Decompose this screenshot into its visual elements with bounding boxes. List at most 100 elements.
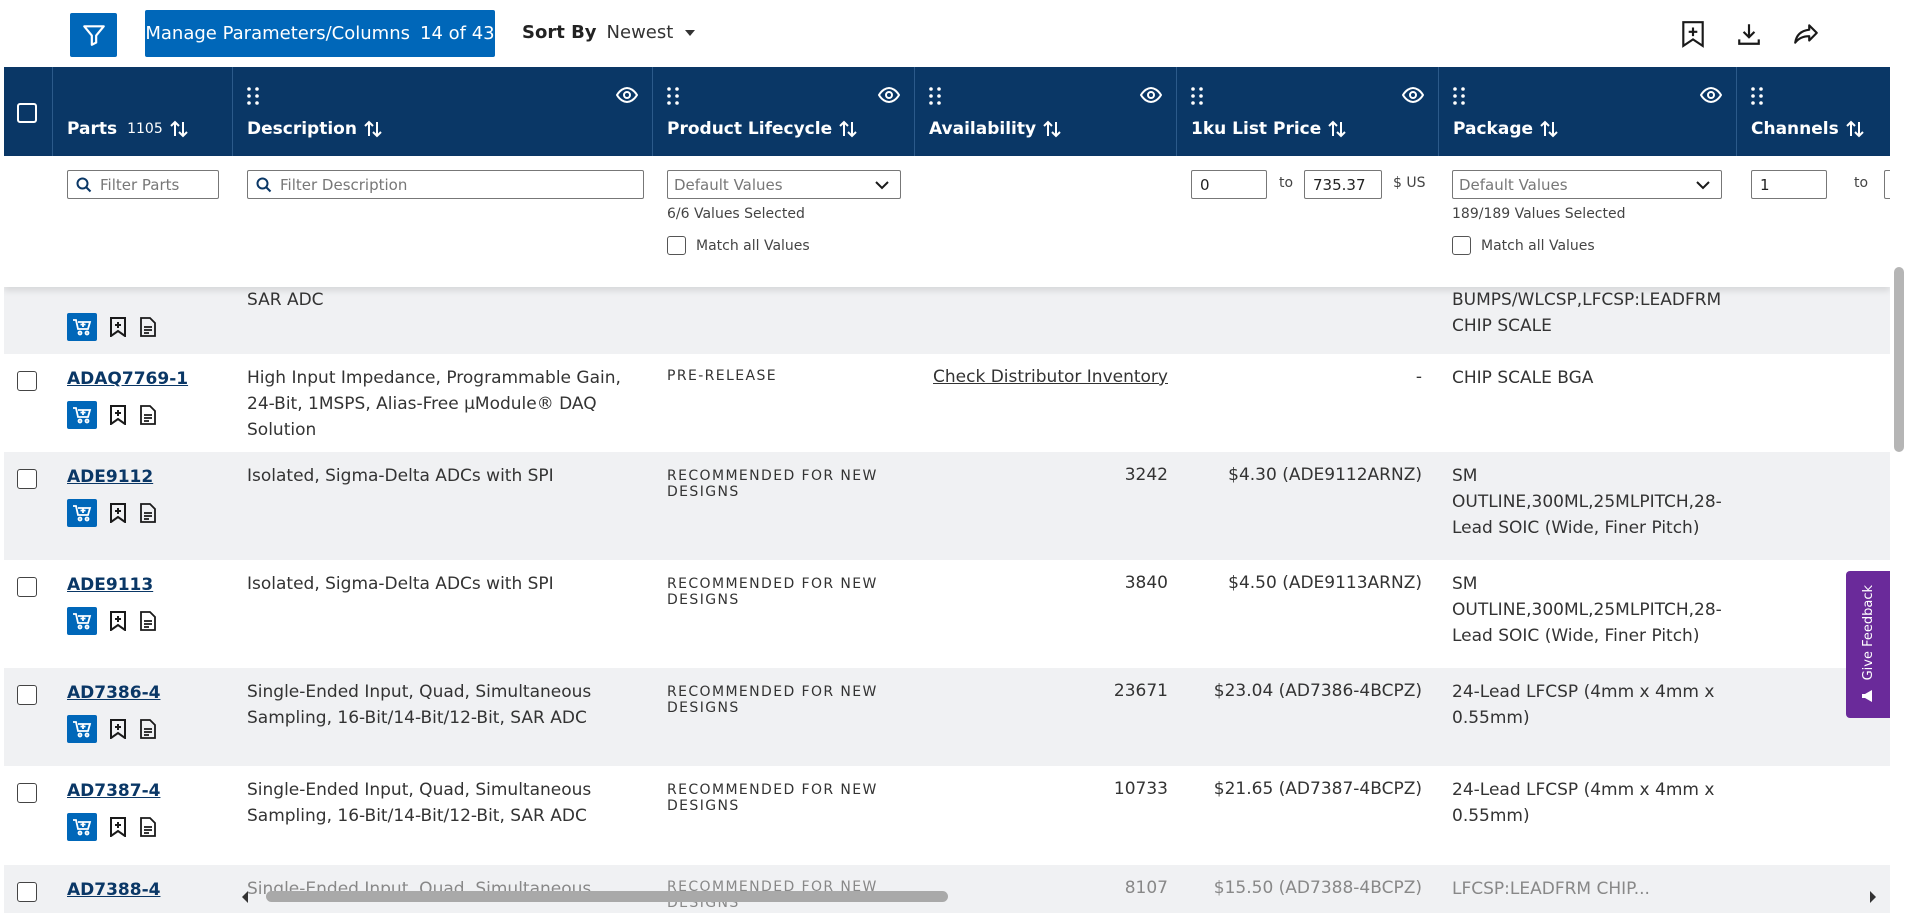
part-number-link[interactable]: ADE9112 — [67, 467, 153, 487]
eye-icon[interactable] — [1700, 87, 1722, 103]
sort-icon[interactable] — [1042, 119, 1062, 139]
bookmark-add-icon[interactable] — [109, 719, 127, 739]
sort-icon[interactable] — [363, 119, 383, 139]
document-icon[interactable] — [139, 405, 157, 425]
sort-icon[interactable] — [169, 119, 189, 139]
scroll-right-icon[interactable] — [1868, 890, 1878, 904]
bookmark-add-icon[interactable] — [109, 817, 127, 837]
sort-icon[interactable] — [1539, 119, 1559, 139]
download-button[interactable] — [1733, 18, 1765, 50]
row-checkbox[interactable] — [17, 371, 37, 391]
package-select[interactable]: Default Values — [1452, 170, 1722, 199]
channels-max-input[interactable] — [1884, 170, 1890, 199]
row-availability: 10733 — [1113, 779, 1168, 799]
row-checkbox[interactable] — [17, 577, 37, 597]
part-number-link[interactable]: AD7386-4 — [67, 683, 160, 703]
header-parts-title[interactable]: Parts 1105 — [67, 119, 189, 139]
bookmark-add-icon[interactable] — [109, 317, 127, 337]
manage-parameters-button[interactable]: Manage Parameters/Columns 14 of 43 — [145, 10, 495, 57]
add-to-cart-button[interactable] — [67, 313, 97, 341]
price-max-input[interactable]: 735.37 — [1304, 170, 1382, 199]
price-min-input[interactable]: 0 — [1191, 170, 1267, 199]
give-feedback-tab[interactable]: Give Feedback — [1846, 571, 1890, 718]
filter-parts-input[interactable]: Filter Parts — [67, 170, 219, 199]
sort-icon[interactable] — [838, 119, 858, 139]
sort-by-control[interactable]: Sort By Newest — [522, 22, 696, 43]
row-checkbox[interactable] — [17, 882, 37, 902]
part-number-link[interactable]: ADE9113 — [67, 575, 153, 595]
row-checkbox[interactable] — [17, 783, 37, 803]
lifecycle-match-all[interactable]: Match all Values — [667, 236, 810, 255]
bookmark-add-icon[interactable] — [109, 611, 127, 631]
drag-handle-icon[interactable] — [1191, 86, 1203, 106]
add-to-cart-button[interactable] — [67, 499, 97, 527]
part-number-link[interactable]: ADAQ7769-1 — [67, 369, 188, 389]
eye-icon[interactable] — [1140, 87, 1162, 103]
header-channels-title[interactable]: Channels — [1751, 119, 1865, 139]
sort-by-label: Sort By — [522, 22, 597, 43]
add-to-cart-button[interactable] — [67, 607, 97, 635]
add-to-cart-button[interactable] — [67, 715, 97, 743]
eye-icon[interactable] — [1402, 87, 1424, 103]
filter-description-placeholder: Filter Description — [280, 175, 408, 194]
share-button[interactable] — [1790, 18, 1822, 50]
lifecycle-select[interactable]: Default Values — [667, 170, 901, 199]
save-search-button[interactable] — [1677, 18, 1709, 50]
horizontal-scrollbar[interactable] — [240, 886, 1880, 908]
drag-handle-icon[interactable] — [1453, 86, 1465, 106]
drag-handle-icon[interactable] — [247, 86, 259, 106]
filter-toggle-button[interactable] — [70, 13, 117, 57]
chevron-down-icon — [1696, 180, 1710, 189]
row-price: - — [1415, 367, 1422, 387]
row-lifecycle: RECOMMENDED FOR NEW DESIGNS — [667, 576, 878, 608]
header-availability-title[interactable]: Availability — [929, 119, 1062, 139]
header-lifecycle-label: Product Lifecycle — [667, 119, 833, 139]
part-number-link[interactable]: AD7387-4 — [67, 781, 160, 801]
header-description-title[interactable]: Description — [247, 119, 383, 139]
row-actions — [67, 607, 157, 635]
megaphone-icon — [1862, 690, 1872, 703]
table-row: ADE9113 Isolated, Sigma-Delta ADCs with … — [4, 560, 1890, 668]
vertical-scrollbar[interactable] — [1890, 67, 1918, 913]
lifecycle-select-value: Default Values — [674, 175, 783, 194]
bookmark-add-icon[interactable] — [109, 405, 127, 425]
header-lifecycle-title[interactable]: Product Lifecycle — [667, 119, 858, 139]
sort-icon[interactable] — [1845, 119, 1865, 139]
eye-icon[interactable] — [616, 87, 638, 103]
document-icon[interactable] — [139, 719, 157, 739]
sort-icon[interactable] — [1327, 119, 1347, 139]
eye-icon[interactable] — [878, 87, 900, 103]
document-icon[interactable] — [139, 611, 157, 631]
match-all-checkbox[interactable] — [667, 236, 686, 255]
filter-parts-placeholder: Filter Parts — [100, 175, 180, 194]
add-to-cart-icon — [73, 407, 92, 424]
add-to-cart-button[interactable] — [67, 813, 97, 841]
package-match-all[interactable]: Match all Values — [1452, 236, 1595, 255]
select-all-checkbox[interactable] — [17, 103, 37, 123]
check-inventory-link[interactable]: Check Distributor Inventory — [928, 367, 1168, 387]
part-number-link[interactable]: AD7388-4 — [67, 880, 160, 900]
drag-handle-icon[interactable] — [667, 86, 679, 106]
document-icon[interactable] — [139, 817, 157, 837]
header-package-title[interactable]: Package — [1453, 119, 1559, 139]
drag-handle-icon[interactable] — [929, 86, 941, 106]
match-all-checkbox[interactable] — [1452, 236, 1471, 255]
header-price-title[interactable]: 1ku List Price — [1191, 119, 1347, 139]
document-icon[interactable] — [139, 503, 157, 523]
channels-min-input[interactable]: 1 — [1751, 170, 1827, 199]
vertical-scroll-thumb[interactable] — [1894, 267, 1904, 452]
row-checkbox[interactable] — [17, 685, 37, 705]
filter-description-input[interactable]: Filter Description — [247, 170, 644, 199]
table-body: SAR ADC BUMPS/WLCSP,LFCSP:LEADFRM CHIP S… — [4, 287, 1890, 913]
bookmark-add-icon[interactable] — [109, 503, 127, 523]
drag-handle-icon[interactable] — [1751, 86, 1763, 106]
document-icon[interactable] — [139, 317, 157, 337]
header-price: 1ku List Price — [1177, 67, 1439, 156]
header-price-label: 1ku List Price — [1191, 119, 1322, 139]
price-min-value: 0 — [1200, 175, 1210, 194]
scroll-left-icon[interactable] — [240, 890, 250, 904]
add-to-cart-button[interactable] — [67, 401, 97, 429]
row-checkbox[interactable] — [17, 469, 37, 489]
row-description: Isolated, Sigma-Delta ADCs with SPI — [247, 574, 554, 594]
horizontal-scroll-thumb[interactable] — [266, 891, 948, 902]
